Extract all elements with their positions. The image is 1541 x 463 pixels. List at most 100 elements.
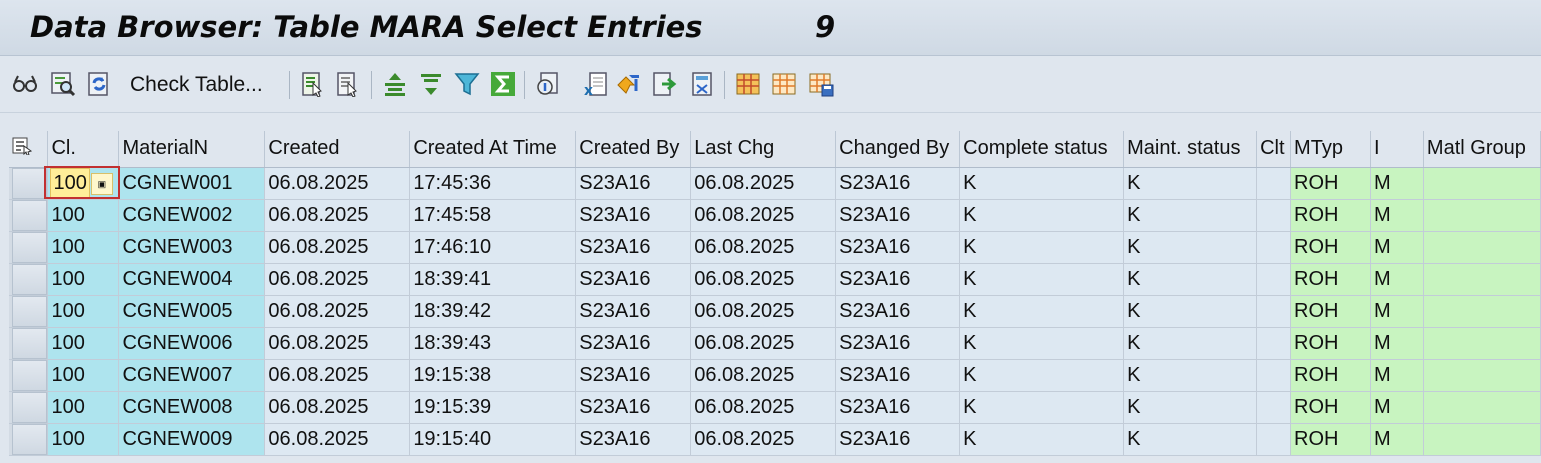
- download-icon[interactable]: [652, 71, 678, 97]
- table-cell[interactable]: K: [1123, 263, 1258, 296]
- table-cell[interactable]: [1423, 327, 1541, 360]
- table-cell[interactable]: K: [1123, 423, 1258, 456]
- table-cell[interactable]: K: [1123, 199, 1258, 232]
- table-cell[interactable]: M: [1370, 295, 1424, 328]
- table-cell[interactable]: K: [959, 391, 1125, 424]
- column-header[interactable]: Last Chg: [690, 131, 837, 168]
- row-selector-button[interactable]: [9, 295, 49, 328]
- table-cell[interactable]: [1256, 263, 1292, 296]
- row-selector-button[interactable]: [9, 231, 49, 264]
- row-selector-button[interactable]: [9, 199, 49, 232]
- table-cell[interactable]: 100: [47, 327, 120, 360]
- row-selector-button[interactable]: [9, 263, 49, 296]
- table-cell[interactable]: S23A16: [575, 263, 692, 296]
- table-row[interactable]: 100 ▣ CGNEW001 06.08.2025 17:45:36 S23A16 06.0…: [9, 165, 1541, 200]
- table-cell[interactable]: S23A16: [575, 295, 692, 328]
- table-cell[interactable]: 18:39:41: [409, 263, 577, 296]
- table-cell[interactable]: CGNEW006: [118, 327, 266, 360]
- table-cell[interactable]: S23A16: [835, 423, 961, 456]
- total-sum-icon[interactable]: [490, 71, 516, 97]
- table-cell[interactable]: K: [959, 167, 1125, 200]
- column-header[interactable]: Clt: [1256, 131, 1292, 168]
- table-cell[interactable]: [1256, 327, 1292, 360]
- print-icon[interactable]: [690, 71, 716, 97]
- table-cell[interactable]: K: [1123, 167, 1258, 200]
- table-cell[interactable]: K: [959, 423, 1125, 456]
- table-cell[interactable]: S23A16: [575, 167, 692, 200]
- table-cell[interactable]: 100: [47, 423, 120, 456]
- table-cell[interactable]: K: [959, 359, 1125, 392]
- row-selector-button[interactable]: [9, 391, 49, 424]
- sort-descending-icon[interactable]: [418, 71, 444, 97]
- table-cell[interactable]: [1256, 295, 1292, 328]
- column-header[interactable]: Created By: [575, 131, 692, 168]
- table-cell[interactable]: [1423, 199, 1541, 232]
- table-cell[interactable]: K: [1123, 359, 1258, 392]
- table-cell[interactable]: CGNEW003: [118, 231, 266, 264]
- table-cell[interactable]: 06.08.2025: [690, 391, 837, 424]
- table-cell[interactable]: K: [959, 263, 1125, 296]
- table-cell[interactable]: K: [1123, 327, 1258, 360]
- row-selector-button[interactable]: [9, 359, 49, 392]
- table-cell[interactable]: 06.08.2025: [264, 199, 411, 232]
- table-cell[interactable]: ROH: [1290, 327, 1371, 360]
- table-cell[interactable]: K: [1123, 231, 1258, 264]
- table-cell[interactable]: S23A16: [835, 359, 961, 392]
- select-list-icon[interactable]: [300, 71, 326, 97]
- table-cell[interactable]: K: [959, 295, 1125, 328]
- table-cell[interactable]: ROH: [1290, 359, 1371, 392]
- table-cell[interactable]: 06.08.2025: [690, 295, 837, 328]
- table-cell[interactable]: 06.08.2025: [264, 359, 411, 392]
- column-header[interactable]: Created At Time: [409, 131, 577, 168]
- table-cell[interactable]: S23A16: [575, 359, 692, 392]
- table-cell[interactable]: 19:15:39: [409, 391, 577, 424]
- deselect-list-icon[interactable]: [335, 71, 361, 97]
- table-cell[interactable]: [1423, 167, 1541, 200]
- details-icon[interactable]: [535, 71, 561, 97]
- table-row[interactable]: 100 CGNEW005 06.08.2025 18:39:42 S23A16 06.08…: [9, 295, 1541, 328]
- table-cell[interactable]: [1423, 295, 1541, 328]
- table-cell[interactable]: [1423, 231, 1541, 264]
- row-selector-button[interactable]: [9, 423, 49, 456]
- table-cell[interactable]: ROH: [1290, 295, 1371, 328]
- display-glasses-icon[interactable]: [12, 71, 38, 97]
- column-header[interactable]: Complete status: [959, 131, 1125, 168]
- table-row[interactable]: 100 CGNEW004 06.08.2025 18:39:41 S23A16 06.08…: [9, 263, 1541, 296]
- layout-grid-icon[interactable]: [735, 71, 761, 97]
- table-cell[interactable]: [1256, 231, 1292, 264]
- select-all-button[interactable]: [9, 131, 49, 168]
- table-row[interactable]: 100 CGNEW007 06.08.2025 19:15:38 S23A16 06.08…: [9, 359, 1541, 392]
- value-help-icon[interactable]: ▣: [90, 172, 113, 195]
- table-cell[interactable]: 06.08.2025: [690, 199, 837, 232]
- table-cell[interactable]: 100: [47, 391, 120, 424]
- row-selector-button[interactable]: [9, 327, 49, 360]
- table-cell[interactable]: ROH: [1290, 423, 1371, 456]
- table-cell[interactable]: 06.08.2025: [264, 295, 411, 328]
- table-cell[interactable]: 06.08.2025: [264, 327, 411, 360]
- table-cell[interactable]: [1256, 199, 1292, 232]
- table-cell[interactable]: CGNEW009: [118, 423, 266, 456]
- column-header[interactable]: I: [1370, 131, 1424, 168]
- table-cell[interactable]: 100 ▣: [44, 165, 121, 200]
- table-cell[interactable]: 06.08.2025: [264, 391, 411, 424]
- table-cell[interactable]: [1423, 263, 1541, 296]
- row-selector-button[interactable]: [9, 167, 49, 200]
- table-cell[interactable]: 100: [47, 231, 120, 264]
- table-cell[interactable]: S23A16: [835, 327, 961, 360]
- export-excel-icon[interactable]: x: [582, 71, 608, 97]
- table-cell[interactable]: 18:39:43: [409, 327, 577, 360]
- table-cell[interactable]: S23A16: [835, 231, 961, 264]
- table-cell[interactable]: S23A16: [575, 199, 692, 232]
- table-row[interactable]: 100 CGNEW008 06.08.2025 19:15:39 S23A16 06.08…: [9, 391, 1541, 424]
- table-cell[interactable]: S23A16: [575, 327, 692, 360]
- table-cell[interactable]: [1256, 391, 1292, 424]
- table-cell[interactable]: M: [1370, 263, 1424, 296]
- table-cell[interactable]: 06.08.2025: [690, 231, 837, 264]
- column-header[interactable]: MTyp: [1290, 131, 1371, 168]
- table-cell[interactable]: S23A16: [835, 199, 961, 232]
- column-header[interactable]: Maint. status: [1123, 131, 1258, 168]
- table-cell[interactable]: 100: [47, 295, 120, 328]
- table-cell[interactable]: [1423, 359, 1541, 392]
- table-cell[interactable]: 06.08.2025: [264, 167, 411, 200]
- table-cell[interactable]: S23A16: [835, 295, 961, 328]
